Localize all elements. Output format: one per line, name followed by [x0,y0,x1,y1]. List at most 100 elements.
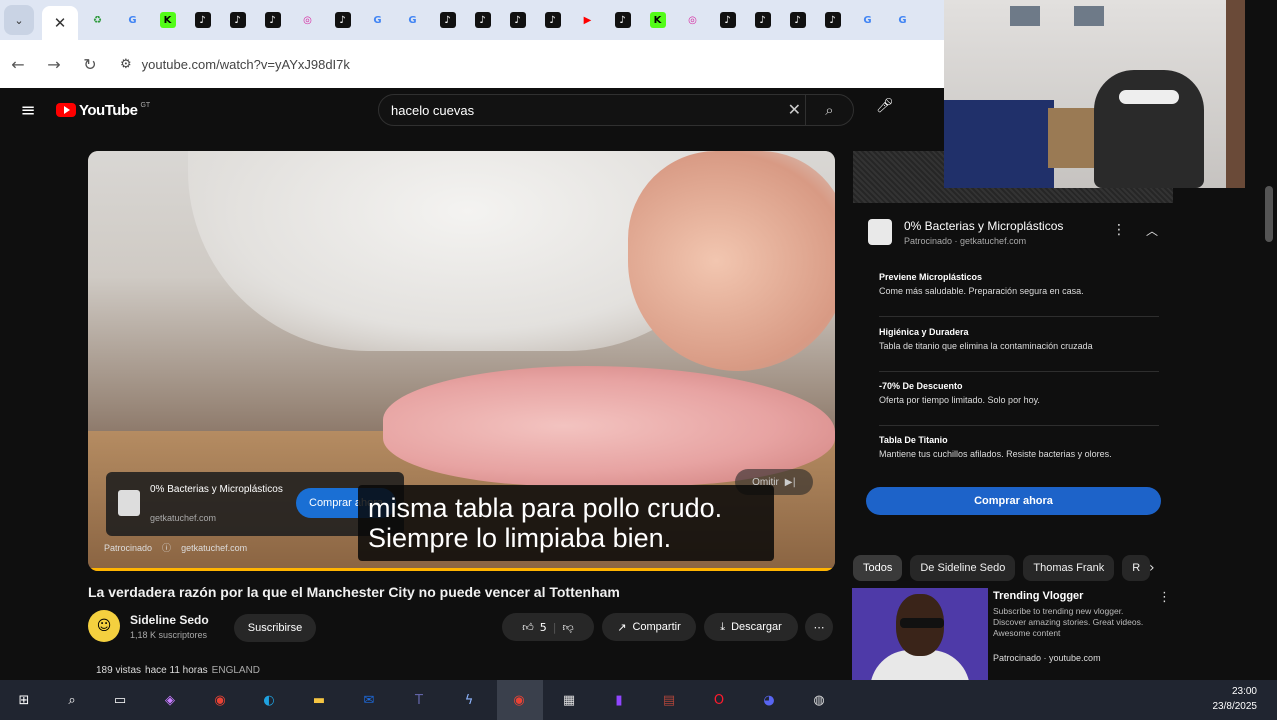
filter-chip[interactable]: R [1122,555,1151,581]
obs-icon[interactable]: ◍ [807,688,831,712]
browser-tab[interactable]: ♪ [220,0,255,40]
sponsor-domain[interactable]: getkatuchef.com [181,543,247,553]
search-icon: ⌕ [825,101,834,119]
browser-tab[interactable]: ▶ [570,0,605,40]
like-dislike-group: 👍︎ 5 | 👎︎ [502,613,594,641]
youtube-logo[interactable]: YouTube GT [56,102,150,119]
twitch-icon[interactable]: ▮ [607,688,631,712]
calendar-app-icon[interactable]: ▦ [557,688,581,712]
lightning-app-icon[interactable]: ϟ [457,688,481,712]
browser-tab[interactable]: ♪ [710,0,745,40]
tiktok-icon: ♪ [824,12,841,28]
browser-tab[interactable]: ♻ [80,0,115,40]
microphone-icon[interactable]: 🎤︎ [876,98,894,114]
edge-icon[interactable]: ◐ [257,688,281,712]
browser-tab[interactable]: G [885,0,920,40]
share-button[interactable]: ↗ Compartir [602,613,696,641]
browser-tab[interactable]: ♪ [465,0,500,40]
teams-icon[interactable]: T [407,688,431,712]
discord-icon[interactable]: ◕ [757,688,781,712]
address-bar: ← → ↻ ⚙ youtube.com/watch?v=yAYxJ98dI7k [0,40,944,88]
winrar-icon[interactable]: ▤ [657,688,681,712]
recommended-thumbnail[interactable] [852,588,988,680]
tab-list: ♻ G K ♪ ♪ ♪ ◎ ♪ G G ♪ ♪ ♪ ♪ ▶ ♪ K ◎ ♪ ♪ ♪ ♪ G G [80,0,920,40]
windows-start-icon[interactable]: ⊞ [12,688,36,712]
location-tag[interactable]: ENGLAND [212,665,260,676]
menu-icon[interactable]: ≡ [0,100,56,121]
video-player[interactable]: 0% Bacterias y Microplásticos getkatuche… [88,151,835,571]
browser-tab[interactable]: ♪ [745,0,780,40]
more-actions-button[interactable]: ⋯ [805,613,833,641]
browser-tab[interactable]: ♪ [255,0,290,40]
tiktok-icon: ♪ [194,12,211,28]
browser-tab[interactable]: G [360,0,395,40]
browser-tab[interactable]: G [115,0,150,40]
filter-chip[interactable]: De Sideline Sedo [910,555,1016,581]
ad-more-icon[interactable]: ⋮ [1112,222,1126,238]
browser-tab[interactable]: K [150,0,185,40]
back-icon[interactable]: ← [0,55,36,74]
chrome-icon[interactable]: ◉ [208,688,232,712]
browser-tab[interactable]: ◎ [675,0,710,40]
chrome-active-icon[interactable]: ◉ [507,688,531,712]
file-explorer-icon[interactable]: ▬ [307,688,331,712]
ad-product-thumbnail [118,490,140,516]
browser-tab[interactable]: ♪ [430,0,465,40]
page-scrollbar[interactable] [1265,186,1273,242]
recommended-more-icon[interactable]: ⋮ [1158,590,1171,605]
url-field[interactable]: ⚙ youtube.com/watch?v=yAYxJ98dI7k [120,57,350,72]
windows-taskbar: ⊞ ⌕ ▭ ◈ ◉ ◐ ▬ ✉ Tϟ ◉ ▦ ▮ ▤ O ◕ ◍ 23:00 23/8/2025 [0,680,1277,720]
browser-tab[interactable]: ◎ [290,0,325,40]
recommended-title[interactable]: Trending Vlogger [993,590,1083,602]
search-button[interactable]: ⌕ [805,95,853,125]
channel-name[interactable]: Sideline Sedo [130,613,209,627]
ad-feature-description: Mantiene tus cuchillos afilados. Resiste… [879,449,1112,459]
clear-search-icon[interactable]: ✕ [788,100,801,119]
copilot-icon[interactable]: ◈ [158,688,182,712]
dislike-icon[interactable]: 👎︎ [563,621,574,634]
browser-tab[interactable]: ♪ [185,0,220,40]
reload-icon[interactable]: ↻ [72,55,108,74]
browser-tab[interactable]: G [850,0,885,40]
browser-tab-strip: ⌄ ✕ ♻ G K ♪ ♪ ♪ ◎ ♪ G G ♪ ♪ ♪ ♪ ▶ ♪ K ◎ ♪ ♪ ♪ ♪ G G [0,0,944,40]
instagram-icon: ◎ [303,14,312,26]
tab-search-button[interactable]: ⌄ [4,5,34,35]
filter-chip[interactable]: Todos [853,555,903,581]
close-tab-icon[interactable]: ✕ [54,14,67,32]
browser-tab[interactable]: ♪ [605,0,640,40]
opera-icon[interactable]: O [707,688,731,712]
forward-icon[interactable]: → [36,55,72,74]
browser-tab[interactable]: G [395,0,430,40]
subscribe-button[interactable]: Suscribirse [234,614,316,642]
task-view-icon[interactable]: ▭ [108,688,132,712]
ad-feature-description: Come más saludable. Preparación segura e… [879,286,1084,296]
download-button[interactable]: ⤓ Descargar [704,613,798,641]
browser-tab[interactable]: ♪ [815,0,850,40]
info-icon[interactable]: ⓘ [162,541,171,554]
browser-tab[interactable]: ♪ [500,0,535,40]
filter-chip[interactable]: Thomas Frank [1023,555,1115,581]
like-icon[interactable]: 👍︎ [522,621,534,634]
active-tab[interactable]: ✕ [42,6,78,40]
search-input[interactable]: hacelo cuevas ✕ ⌕ [378,94,854,126]
video-hand [628,151,835,371]
thumb-glasses [900,618,944,628]
clock-date: 23/8/2025 [1212,701,1258,712]
browser-tab[interactable]: ♪ [325,0,360,40]
like-count[interactable]: 5 [540,621,547,634]
system-clock[interactable]: 23:00 23/8/2025 [1213,684,1258,714]
buy-now-button[interactable]: Comprar ahora [866,487,1161,515]
browser-tab[interactable]: ♪ [780,0,815,40]
chevron-up-icon[interactable]: ︿ [1146,222,1158,239]
search-icon[interactable]: ⌕ [60,688,84,712]
browser-tab[interactable]: ♪ [535,0,570,40]
sidebar-ad-title[interactable]: 0% Bacterias y Microplásticos [904,219,1063,233]
outlook-icon[interactable]: ✉ [357,688,381,712]
ad-progress-bar[interactable] [88,568,835,571]
channel-avatar[interactable]: ☺ [88,610,120,642]
browser-tab[interactable]: K [640,0,675,40]
site-settings-icon[interactable]: ⚙ [120,57,132,72]
kick-icon: K [649,12,666,28]
chevron-right-icon[interactable]: › [1149,560,1155,576]
subtitle-caption: misma tabla para pollo crudo. Siempre lo… [358,485,774,561]
